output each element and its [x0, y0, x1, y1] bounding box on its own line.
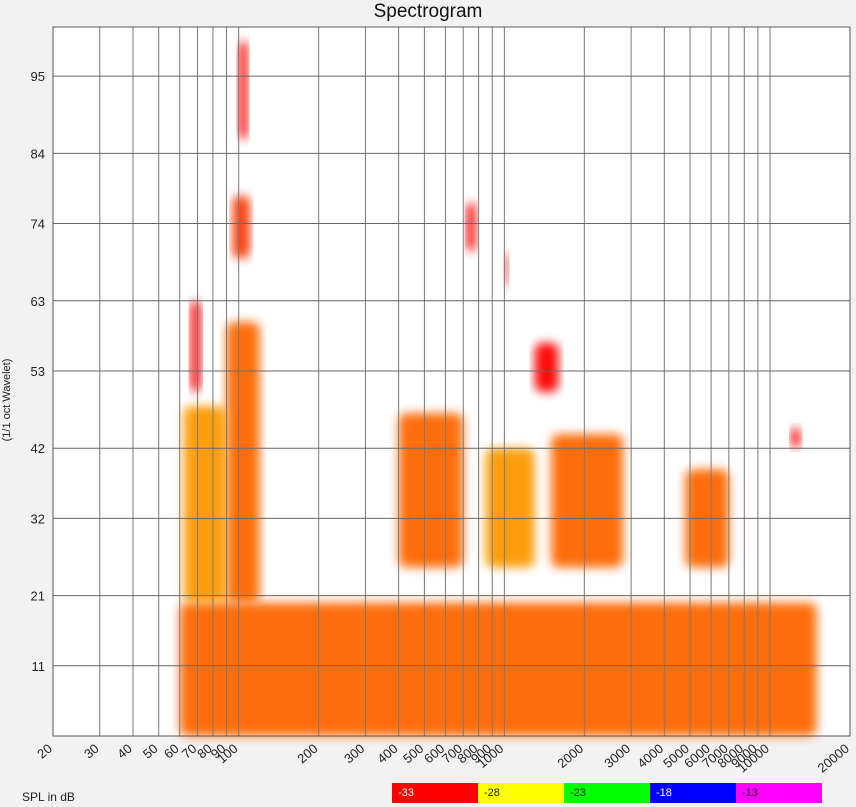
y-tick-labels: 11 21 32 42 53 63 74 84 95 [31, 69, 45, 674]
x-tick-label: 20 [34, 741, 55, 762]
x-tick-label: 400 [374, 741, 400, 766]
heat-region [398, 413, 464, 568]
y-tick-label: 84 [31, 146, 45, 161]
y-tick-label: 95 [31, 69, 45, 84]
heat-region [534, 342, 559, 393]
x-tick-label: 4000 [634, 741, 666, 771]
legend-item: -28 [478, 783, 564, 803]
heat-region [504, 251, 509, 287]
heat-region [485, 448, 535, 568]
legend-item: -33 [392, 783, 478, 803]
y-tick-label: 63 [31, 294, 45, 309]
x-tick-label: 300 [341, 741, 367, 766]
x-tick-label: 3000 [601, 741, 633, 771]
y-tick-label: 42 [31, 441, 45, 456]
y-tick-label: 74 [31, 217, 45, 232]
x-tick-labels: 20 30 40 50 60708090100 200 300 400 500600700800… [34, 741, 852, 776]
y-tick-label: 32 [31, 511, 45, 526]
x-tick-label: 2000 [554, 741, 586, 771]
y-tick-label: 53 [31, 364, 45, 379]
x-tick-label: 40 [114, 741, 135, 762]
x-tick-label: 200 [294, 741, 320, 766]
y-tick-label: 11 [32, 659, 46, 674]
heat-region [466, 202, 476, 252]
x-tick-label: 30 [81, 741, 102, 762]
heat-region [551, 434, 624, 568]
legend-item: -13 [736, 783, 822, 803]
heat-region [183, 406, 227, 603]
spectrogram-chart: 112132425363748495 20 30 40 50 60708090100 20… [31, 26, 852, 776]
x-tick-label: 20000 [815, 741, 852, 776]
heat-region [190, 300, 201, 393]
y-tick-label: 21 [31, 589, 45, 604]
heat-region [791, 427, 801, 449]
heat-region [226, 321, 260, 603]
legend-item: -23 [564, 783, 650, 803]
heat-region [232, 195, 250, 259]
heat-region [238, 41, 248, 140]
x-tick-label: 50 [140, 741, 161, 762]
legend-title: SPL in dB [22, 790, 75, 804]
heat-region [179, 602, 817, 736]
legend-item: -18 [650, 783, 736, 803]
